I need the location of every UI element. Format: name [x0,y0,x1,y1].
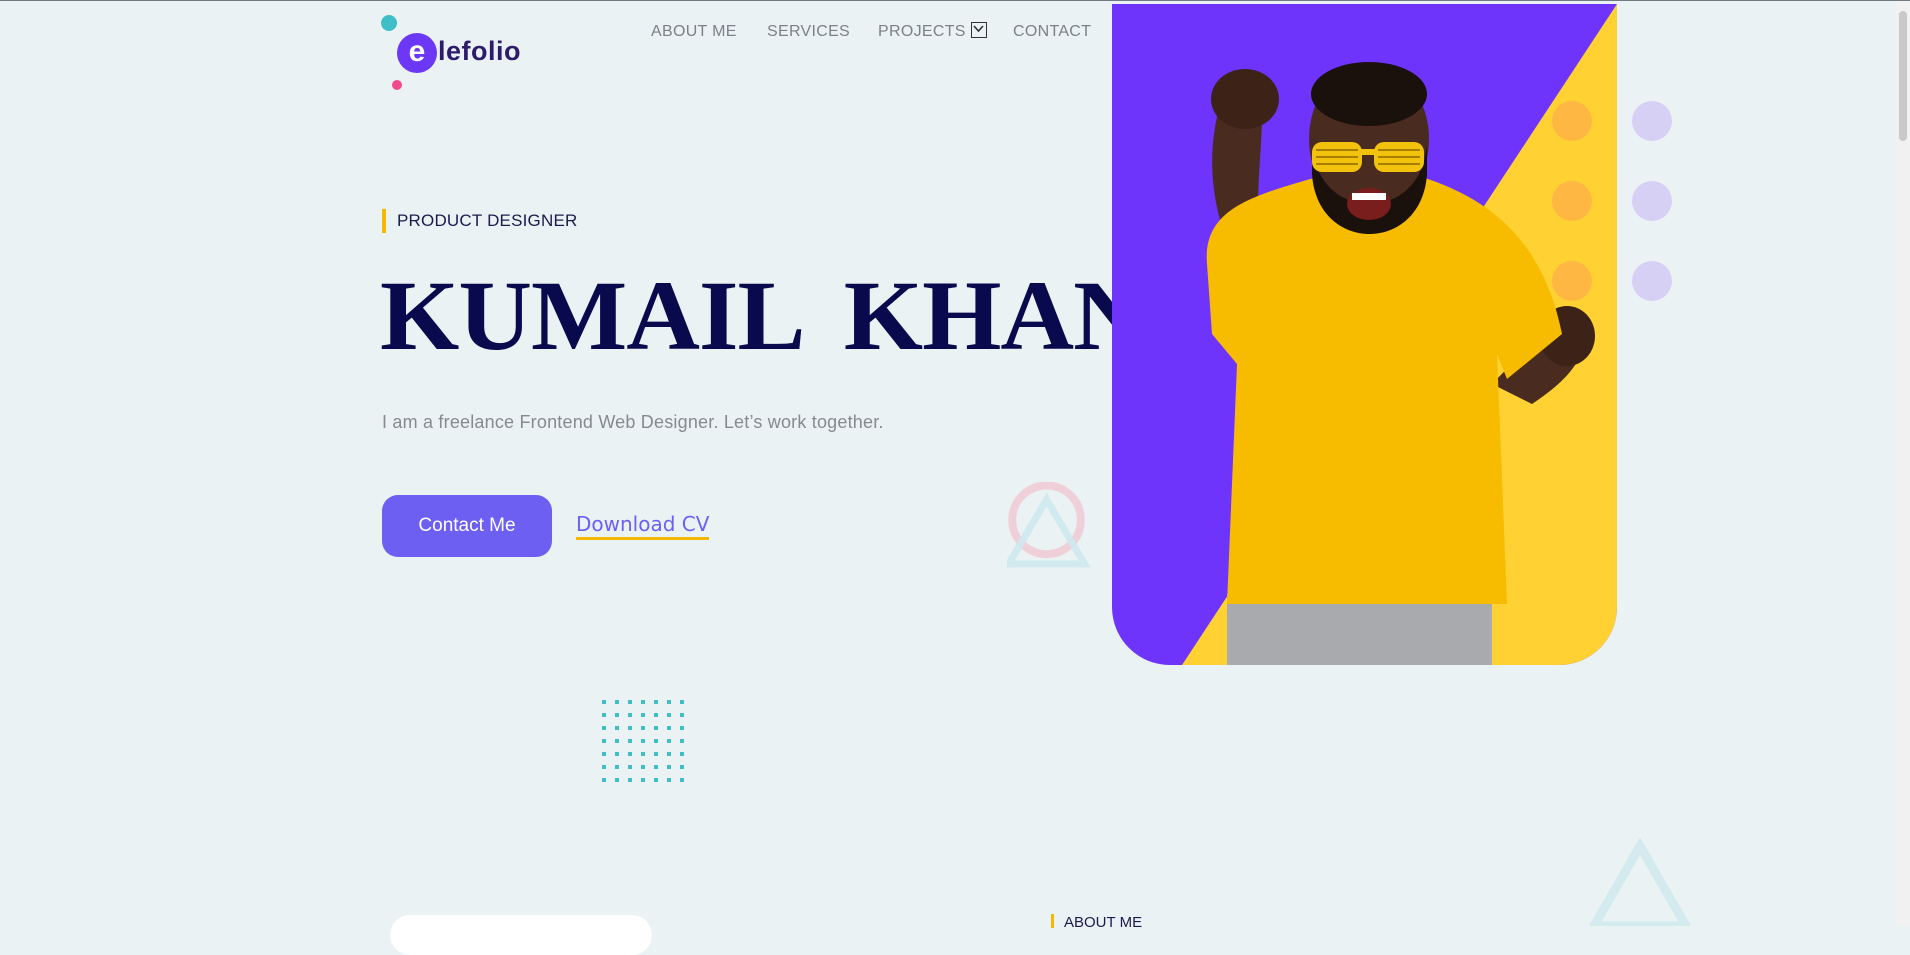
nav-projects[interactable]: PROJECTS [878,21,987,41]
decorative-circle [1552,261,1592,301]
logo-dot-pink [392,80,402,90]
decorative-dot-grid [602,700,684,782]
logo-mark: e [397,33,437,73]
decorative-circle [1632,181,1672,221]
window-top-border [0,0,1910,1]
nav-services[interactable]: SERVICES [767,23,850,41]
decorative-circle [1552,101,1592,141]
hero-eyebrow: PRODUCT DESIGNER [382,209,577,233]
logo-dot-teal [381,15,397,31]
page-scrollbar[interactable] [1896,1,1910,926]
hero-portrait-image [1112,4,1617,665]
decorative-circle [1632,261,1672,301]
decorative-ring-triangle-icon [1007,482,1091,568]
decorative-triangle-icon [1590,838,1690,926]
decorative-circle [1552,181,1592,221]
nav-about-me[interactable]: ABOUT ME [651,23,737,41]
hero-tagline: I am a freelance Frontend Web Designer. … [382,412,884,432]
nav-projects-label: PROJECTS [878,23,966,40]
site-logo[interactable]: e lefolio [380,14,540,94]
scrollbar-thumb[interactable] [1899,11,1907,141]
decorative-circle [1632,101,1672,141]
hero-title: KUMAIL KHAN [380,260,1147,371]
logo-wordmark: lefolio [438,36,521,66]
about-image-frame [390,915,652,955]
contact-me-button[interactable]: Contact Me [382,495,552,557]
nav-contact[interactable]: CONTACT [1013,23,1091,41]
chevron-down-icon[interactable] [970,21,987,38]
download-cv-link[interactable]: Download CV [576,511,710,540]
